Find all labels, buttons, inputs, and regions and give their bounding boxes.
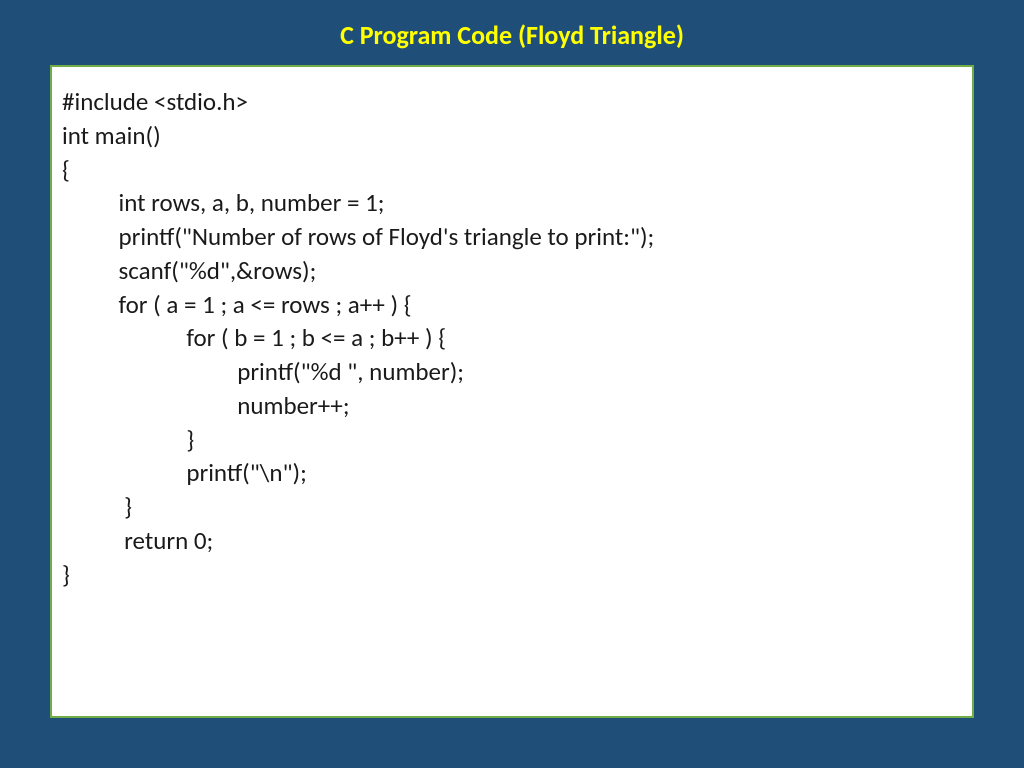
slide-title: C Program Code (Floyd Triangle) bbox=[0, 0, 1024, 65]
code-panel: #include <stdio.h> int main() { int rows… bbox=[50, 65, 974, 718]
slide-container: C Program Code (Floyd Triangle) #include… bbox=[0, 0, 1024, 768]
code-content: #include <stdio.h> int main() { int rows… bbox=[62, 85, 962, 591]
